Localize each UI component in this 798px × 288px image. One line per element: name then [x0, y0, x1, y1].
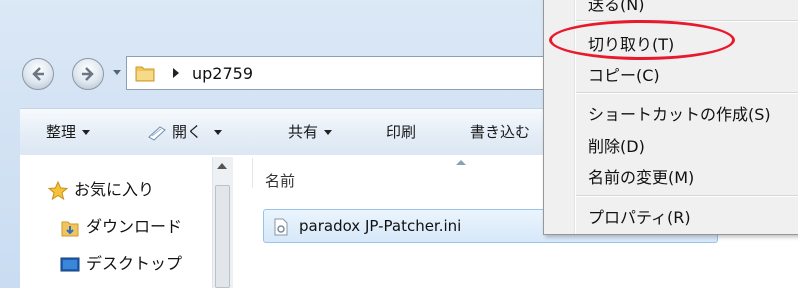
menu-separator [576, 195, 798, 197]
scroll-thumb[interactable] [215, 185, 230, 288]
menu-item-send-to[interactable]: 送る(N) [588, 0, 644, 15]
print-button[interactable]: 印刷 [386, 121, 416, 142]
forward-button[interactable] [72, 58, 104, 90]
nav-pane-scrollbar[interactable] [212, 157, 233, 288]
notepad-icon [148, 125, 166, 141]
address-bar[interactable]: up2759 [126, 56, 556, 90]
menu-separator [576, 92, 798, 94]
file-name: paradox JP-Patcher.ini [299, 217, 462, 235]
print-label: 印刷 [386, 123, 417, 141]
nav-item-favorites[interactable]: お気に入り [48, 176, 154, 201]
menu-item-delete[interactable]: 削除(D) [588, 133, 645, 157]
menu-item-copy[interactable]: コピー(C) [588, 62, 660, 86]
burn-label: 書き込む [470, 123, 531, 141]
chevron-down-icon [214, 130, 223, 135]
nav-item-label: お気に入り [74, 180, 155, 199]
menu-item-properties[interactable]: プロパティ(R) [588, 204, 691, 228]
ini-file-icon [274, 218, 288, 236]
open-label: 開く [172, 123, 203, 141]
column-header-name[interactable]: 名前 [265, 170, 295, 191]
breadcrumb-folder[interactable]: up2759 [192, 64, 253, 83]
folder-icon [135, 66, 155, 82]
download-folder-icon [61, 221, 79, 236]
recent-pages-dropdown[interactable] [113, 70, 121, 75]
menu-item-create-shortcut[interactable]: ショートカットの作成(S) [588, 101, 771, 125]
back-arrow-icon [32, 67, 44, 81]
breadcrumb-separator-icon[interactable] [173, 68, 179, 78]
nav-item-desktop[interactable]: デスクトップ [60, 250, 182, 274]
nav-item-label: デスクトップ [86, 254, 183, 273]
open-button[interactable]: 開く [146, 121, 223, 142]
sort-ascending-icon [456, 160, 466, 165]
nav-item-downloads[interactable]: ダウンロード [60, 213, 182, 238]
share-label: 共有 [288, 123, 319, 141]
star-icon [48, 180, 68, 200]
column-divider [252, 158, 253, 188]
back-button[interactable] [22, 58, 54, 90]
organize-button[interactable]: 整理 [46, 121, 91, 142]
menu-item-rename[interactable]: 名前の変更(M) [588, 164, 694, 188]
nav-item-label: ダウンロード [86, 217, 183, 236]
chevron-down-icon [82, 130, 91, 135]
highlight-ring [549, 20, 735, 60]
share-button[interactable]: 共有 [288, 121, 333, 142]
scroll-up-icon[interactable] [217, 163, 227, 169]
organize-label: 整理 [46, 123, 77, 141]
desktop-icon [60, 257, 80, 271]
forward-arrow-icon [82, 67, 94, 81]
burn-button[interactable]: 書き込む [470, 121, 530, 142]
chevron-down-icon [324, 130, 333, 135]
